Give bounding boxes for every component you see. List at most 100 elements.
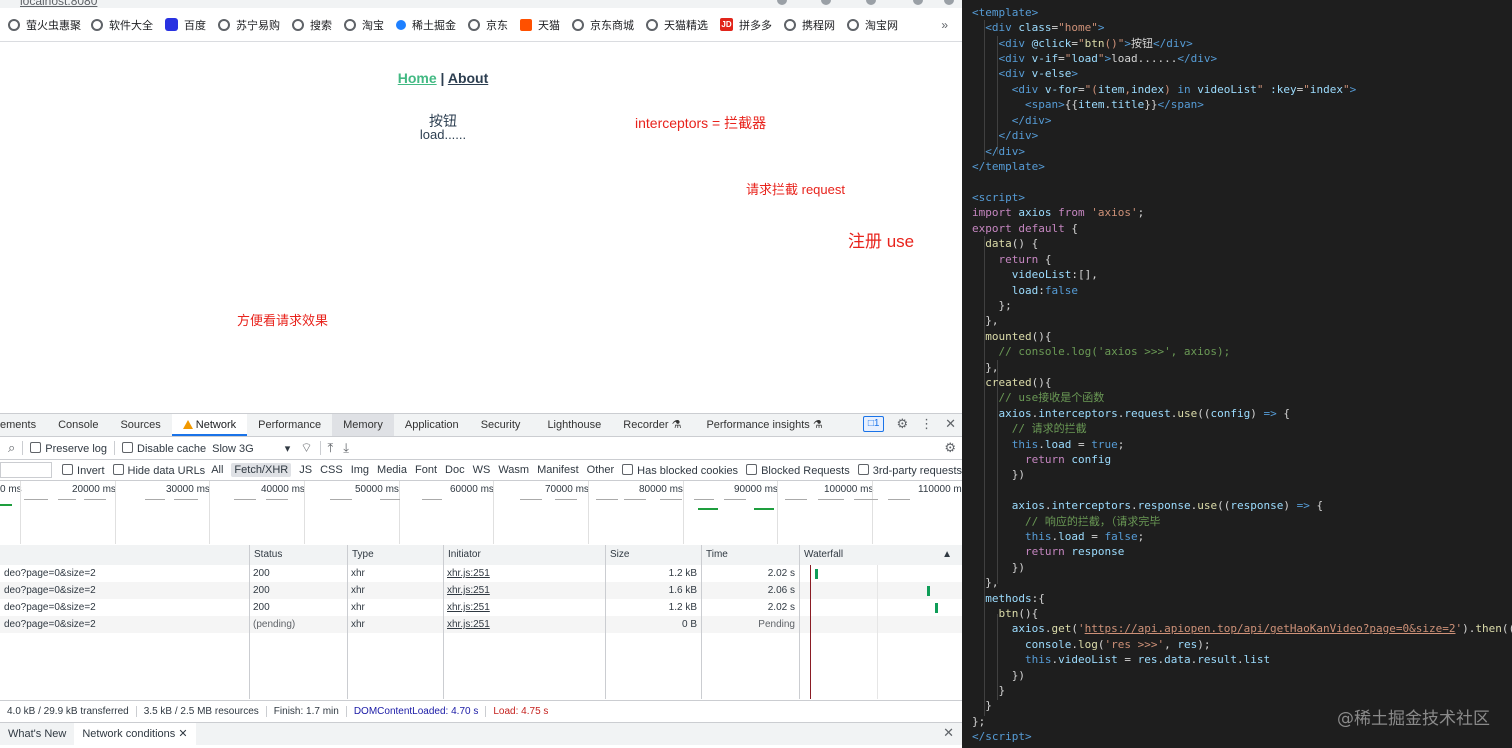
upload-icon[interactable]: ⤒ <box>328 440 334 456</box>
throttle-select[interactable]: Slow 3G ▾ <box>212 442 290 455</box>
tab-memory[interactable]: Memory <box>332 414 394 436</box>
close-drawer-icon[interactable]: ✕ <box>943 725 954 741</box>
network-settings-icon[interactable]: ⚙ <box>944 440 956 456</box>
hide-data-urls-checkbox[interactable]: Hide data URLs <box>112 463 206 477</box>
filter-type-css[interactable]: CSS <box>320 464 343 476</box>
more-options-icon[interactable]: ⋮ <box>920 416 933 432</box>
code-line: axios.interceptors.request.use((config) … <box>998 407 1290 420</box>
url-text[interactable]: localhost:8080 <box>20 0 97 8</box>
bookmark-item[interactable]: 稀土掘金 <box>393 17 456 33</box>
filter-type-manifest[interactable]: Manifest <box>537 464 579 476</box>
close-tab-icon[interactable]: ✕ <box>178 728 187 740</box>
table-row[interactable]: deo?page=0&size=2 (pending) xhr xhr.js:2… <box>0 616 962 633</box>
bookmark-item[interactable]: 苏宁易购 <box>218 17 280 33</box>
disable-cache-checkbox[interactable]: Disable cache <box>122 441 206 455</box>
nav-home-link[interactable]: Home <box>398 70 437 86</box>
cell-initiator-link[interactable]: xhr.js:251 <box>443 599 605 616</box>
bookmark-item[interactable]: 天猫 <box>520 17 560 33</box>
cell-time: 2.06 s <box>767 585 795 596</box>
download-icon[interactable]: ⤓ <box>343 440 349 456</box>
filter-input[interactable] <box>0 462 53 478</box>
grid-line <box>20 481 21 544</box>
tab-network[interactable]: Network <box>171 414 248 436</box>
bookmark-item[interactable]: 软件大全 <box>91 17 153 33</box>
bookmark-item[interactable]: 京东 <box>468 17 508 33</box>
cell-name: deo?page=0&size=2 <box>4 619 96 630</box>
cell-initiator-link[interactable]: xhr.js:251 <box>443 582 605 599</box>
cell-initiator-link[interactable]: xhr.js:251 <box>443 565 605 582</box>
filter-type-media[interactable]: Media <box>377 464 407 476</box>
column-status[interactable]: Status <box>249 545 347 565</box>
tab-elements[interactable]: ements <box>0 414 47 436</box>
column-size[interactable]: Size <box>605 545 701 565</box>
blocked-requests-checkbox[interactable]: Blocked Requests <box>746 463 850 477</box>
tab-application[interactable]: Application <box>394 414 470 436</box>
extension-icon[interactable] <box>821 0 831 5</box>
bookmark-item[interactable]: 淘宝 <box>344 17 384 33</box>
filter-type-wasm[interactable]: Wasm <box>498 464 529 476</box>
invert-checkbox[interactable]: Invert <box>62 463 105 477</box>
wifi-conditions-icon[interactable]: ⌔ <box>300 440 312 456</box>
tab-console[interactable]: Console <box>47 414 109 436</box>
cell-initiator-link[interactable]: xhr.js:251 <box>443 616 605 633</box>
close-icon[interactable]: ✕ <box>945 416 956 432</box>
bookmark-item[interactable]: JD 拼多多 <box>720 17 772 33</box>
bookmark-item[interactable]: 京东商城 <box>572 17 634 33</box>
address-bar[interactable]: localhost:8080 <box>0 0 962 8</box>
globe-icon <box>344 18 356 31</box>
settings-gear-icon[interactable]: ⚙ <box>896 416 908 432</box>
bookmark-item[interactable]: 萤火虫惠聚 <box>8 17 81 33</box>
table-row[interactable]: deo?page=0&size=2 200 xhr xhr.js:251 1.6… <box>0 582 962 599</box>
bookmark-item[interactable]: 搜索 <box>292 17 332 33</box>
filter-type-doc[interactable]: Doc <box>445 464 465 476</box>
nav-about-link[interactable]: About <box>448 70 488 86</box>
network-overview[interactable]: 0 ms 20000 ms 30000 ms 40000 ms 50000 ms… <box>0 481 962 546</box>
bookmark-item[interactable]: 携程网 <box>784 17 835 33</box>
column-time[interactable]: Time <box>701 545 799 565</box>
tab-sources[interactable]: Sources <box>109 414 171 436</box>
code-editor[interactable]: <template> <div class="home"> <div @clic… <box>962 0 1512 748</box>
tab-recorder[interactable]: Recorder ⚗ <box>612 414 692 436</box>
overview-dash <box>380 499 400 500</box>
overview-tick: 70000 ms <box>545 484 589 495</box>
bookmark-item[interactable]: 天猫精选 <box>646 17 708 33</box>
column-initiator[interactable]: Initiator <box>443 545 605 565</box>
filter-type-fetch-xhr[interactable]: Fetch/XHR <box>231 463 292 477</box>
tab-performance[interactable]: Performance <box>247 414 332 436</box>
code-line: load:false <box>1011 284 1078 297</box>
blocked-cookies-checkbox[interactable]: Has blocked cookies <box>622 463 738 477</box>
drawer-tab-network-conditions[interactable]: Network conditions ✕ <box>74 723 196 745</box>
profile-icon[interactable] <box>913 0 923 5</box>
bookmark-item[interactable]: 淘宝网 <box>847 17 898 33</box>
overview-dash <box>854 499 878 500</box>
column-waterfall[interactable]: Waterfall ▲ <box>799 545 962 565</box>
tab-lighthouse[interactable]: Lighthouse <box>531 414 612 436</box>
third-party-checkbox[interactable]: 3rd-party requests <box>857 463 962 477</box>
code-line: return { <box>998 253 1052 266</box>
reading-list-icon[interactable] <box>866 0 876 5</box>
overview-dash <box>818 499 844 500</box>
hide-data-urls-label: Hide data URLs <box>127 464 206 477</box>
column-type[interactable]: Type <box>347 545 443 565</box>
bookmark-item[interactable]: 百度 <box>165 17 206 33</box>
filter-type-js[interactable]: JS <box>299 464 312 476</box>
code-line: }; <box>972 299 1012 312</box>
messages-badge[interactable]: □1 <box>862 416 885 432</box>
tab-security[interactable]: Security <box>470 414 532 436</box>
filter-type-other[interactable]: Other <box>587 464 615 476</box>
bookmark-icon[interactable] <box>777 0 787 5</box>
filter-type-font[interactable]: Font <box>415 464 437 476</box>
filter-type-all[interactable]: All <box>211 464 223 476</box>
menu-icon[interactable] <box>944 0 954 5</box>
devtools-actions: □1 ⚙ ⋮ ✕ <box>862 416 956 432</box>
grid-line <box>872 481 873 544</box>
table-row[interactable]: deo?page=0&size=2 200 xhr xhr.js:251 1.2… <box>0 599 962 616</box>
overview-tick: 50000 ms <box>355 484 399 495</box>
search-icon[interactable]: ⌕ <box>8 440 15 456</box>
tab-performance-insights[interactable]: Performance insights ⚗ <box>692 414 833 436</box>
filter-type-img[interactable]: Img <box>351 464 369 476</box>
filter-type-ws[interactable]: WS <box>473 464 491 476</box>
preserve-log-checkbox[interactable]: Preserve log <box>30 441 107 455</box>
bookmarks-overflow-button[interactable]: » <box>941 18 948 32</box>
drawer-tab-whats-new[interactable]: What's New <box>0 723 74 745</box>
